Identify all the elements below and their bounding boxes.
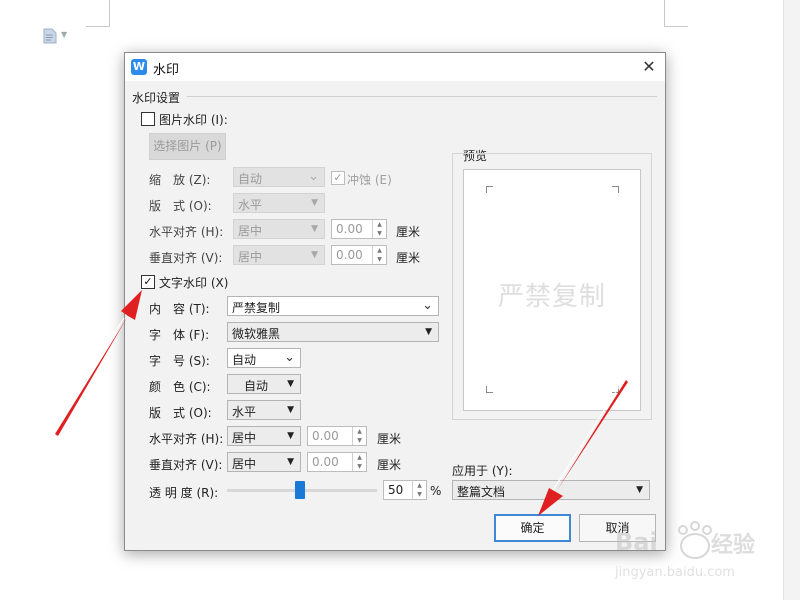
baidu-jingyan-watermark: Bai 经验 jingyan.baidu.com: [614, 520, 775, 582]
svg-text:经验: 经验: [711, 532, 755, 558]
svg-text:Bai: Bai: [615, 528, 658, 556]
svg-text:jingyan.baidu.com: jingyan.baidu.com: [615, 565, 735, 580]
annotation-arrow-icon: [52, 290, 628, 516]
